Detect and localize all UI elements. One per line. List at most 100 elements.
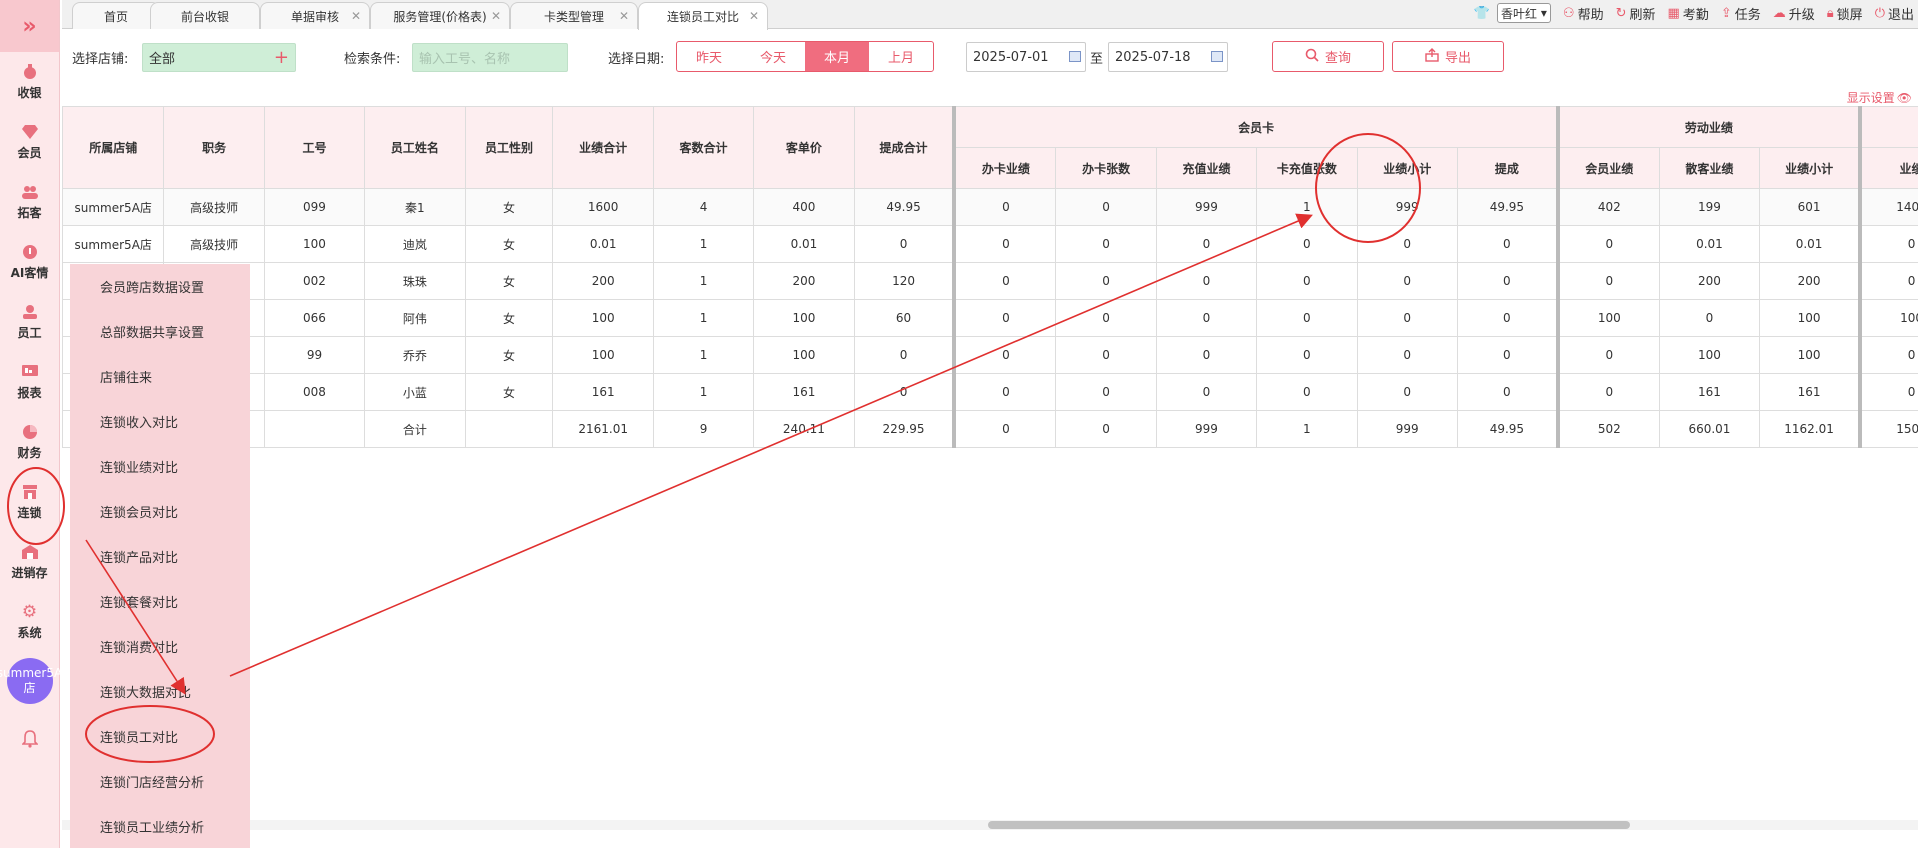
calendar-icon[interactable] [1069,51,1081,62]
table-cell: 女 [464,336,554,374]
table-cell: 0 [1155,336,1258,374]
tab-document-review[interactable]: 单据审核 ✕ [260,2,370,29]
submenu-item[interactable]: 连锁业绩对比 [70,444,250,489]
search-input[interactable]: 输入工号、名称 [412,43,568,72]
logout-label: 退出 [1887,7,1914,23]
date-from-value: 2025-07-01 [973,49,1049,65]
table-cell: 0 [952,373,1057,411]
table-cell: 161 [552,373,654,411]
table-cell: 0 [1256,299,1358,337]
date-from-input[interactable]: 2025-07-01 [966,42,1086,72]
nav-label-finance: 财务 [17,445,42,460]
table-cell: 0 [1155,299,1258,337]
chain-store-icon [22,484,38,500]
tab-card-type[interactable]: 卡类型管理 ✕ [510,2,638,29]
table-cell: 0 [1555,225,1660,263]
skin-select[interactable]: 香叶红 ▾ [1497,3,1551,23]
submenu-item[interactable]: 连锁产品对比 [70,534,250,579]
submenu-item[interactable]: 连锁消费对比 [70,624,250,669]
tab-label: 首页 [103,9,128,24]
table-cell: 100 [263,225,366,263]
table-cell: 49.95 [1456,410,1559,448]
nav-item-expand-customer[interactable]: 拓客 [0,172,59,232]
nav-item-ai[interactable]: AI客情 [0,232,59,292]
submenu-item[interactable]: 连锁收入对比 [70,399,250,444]
lock-screen-button[interactable]: 🔒︎ 锁屏 [1827,4,1863,23]
table-cell: 161 [1658,373,1761,411]
plus-icon[interactable]: + [274,47,289,68]
nav-item-staff[interactable]: 员工 [0,292,59,352]
attendance-button[interactable]: ▦ 考勤 [1668,4,1709,23]
export-button[interactable]: 导出 [1392,41,1504,72]
table-body: summer5A店 高级技师 099 秦1 女 1600 4 400 49.95 0 0 999 1 99… [62,188,1918,448]
submenu-item[interactable]: 连锁会员对比 [70,489,250,534]
query-button[interactable]: 查询 [1272,41,1384,72]
store-select[interactable]: 全部 + [142,43,296,72]
display-settings-link[interactable]: 显示设置 👁︎ [1847,89,1912,106]
table-cell: 0 [1055,225,1157,263]
nav-item-inventory[interactable]: 进销存 [0,532,59,592]
skin-selector[interactable]: 👕 香叶红 ▾ [1474,3,1551,23]
date-to-input[interactable]: 2025-07-18 [1108,42,1228,72]
tab-home[interactable]: 首页 [72,2,160,29]
tab-service-management[interactable]: 服务管理(价格表) ✕ [370,2,510,29]
filter-bar: 选择店铺: 全部 + 检索条件: 输入工号、名称 选择日期: 昨天 今天 本月 … [62,36,1918,76]
submenu-item[interactable]: 连锁员工业绩分析 [70,804,250,848]
table-cell: 161 [753,373,855,411]
upgrade-button[interactable]: ☁ 升级 [1773,4,1815,23]
tab-chain-staff-compare[interactable]: 连锁员工对比 ✕ [638,2,768,30]
table-cell: 2161.01 [552,410,654,448]
refresh-button[interactable]: ↻ 刷新 [1616,4,1656,23]
submenu-item[interactable]: 会员跨店数据设置 [70,264,250,309]
close-icon[interactable]: ✕ [619,9,629,23]
table-cell: 0 [1256,262,1358,300]
scrollbar-thumb[interactable] [988,821,1630,829]
horizontal-scrollbar[interactable] [62,820,1918,830]
close-icon[interactable]: ✕ [491,9,501,23]
nav-label-staff: 员工 [17,325,42,340]
calendar-icon[interactable] [1211,51,1223,62]
task-icon: ⇪ [1720,5,1732,21]
tab-label: 服务管理(价格表) [393,9,487,24]
help-button[interactable]: ⚇ 帮助 [1563,4,1604,23]
date-label: 选择日期: [608,52,665,67]
col-header: 业绩小计 [1356,147,1458,189]
table-cell: 女 [464,225,554,263]
col-header: 员工姓名 [364,106,466,189]
nav-item-cashier[interactable]: 收银 [0,52,59,112]
submenu-item[interactable]: 总部数据共享设置 [70,309,250,354]
nav-item-report[interactable]: 报表 [0,352,59,412]
logout-button[interactable]: ⏻ 退出 [1875,4,1914,23]
submenu-item[interactable]: 店铺往来 [70,354,250,399]
nav-item-finance[interactable]: 财务 [0,412,59,472]
nav-toggle-button[interactable]: » [0,0,59,52]
nav-item-system[interactable]: ⚙ 系统 [0,592,59,652]
col-header: 客单价 [753,106,855,189]
submenu-item[interactable]: 连锁套餐对比 [70,579,250,624]
submenu-item[interactable]: 连锁门店经营分析 [70,759,250,804]
submenu-item-chain-staff-compare[interactable]: 连锁员工对比 [70,714,250,759]
col-header: 所属店铺 [62,106,165,189]
col-header: 卡充值张数 [1256,147,1358,189]
table-cell: 0 [853,336,955,374]
submenu-item[interactable]: 连锁大数据对比 [70,669,250,714]
nav-item-chain[interactable]: 连锁 [0,472,59,532]
date-this-month-button[interactable]: 本月 [805,42,869,71]
task-button[interactable]: ⇪ 任务 [1721,4,1761,23]
table-cell: 100 [552,299,654,337]
table-cell: 660.01 [1658,410,1761,448]
close-icon[interactable]: ✕ [351,9,361,23]
close-icon[interactable]: ✕ [749,9,759,23]
table-cell: 100 [753,299,855,337]
date-yesterday-button[interactable]: 昨天 [677,42,741,71]
bell-icon[interactable] [0,730,59,748]
table-cell: 0 [1256,373,1358,411]
left-nav: » 收银 会员 拓客 AI客情 员工 报表 财务 连锁 进销存 ⚙ 系统 sum… [0,0,62,848]
date-today-button[interactable]: 今天 [741,42,805,71]
tab-front-cashier[interactable]: 前台收银 [150,2,260,29]
store-avatar[interactable]: summer5A店 [0,658,62,704]
nav-item-member[interactable]: 会员 [0,112,59,172]
col-header: 业绩 [1858,147,1918,189]
date-last-month-button[interactable]: 上月 [869,42,933,71]
tab-label: 前台收银 [180,9,229,24]
